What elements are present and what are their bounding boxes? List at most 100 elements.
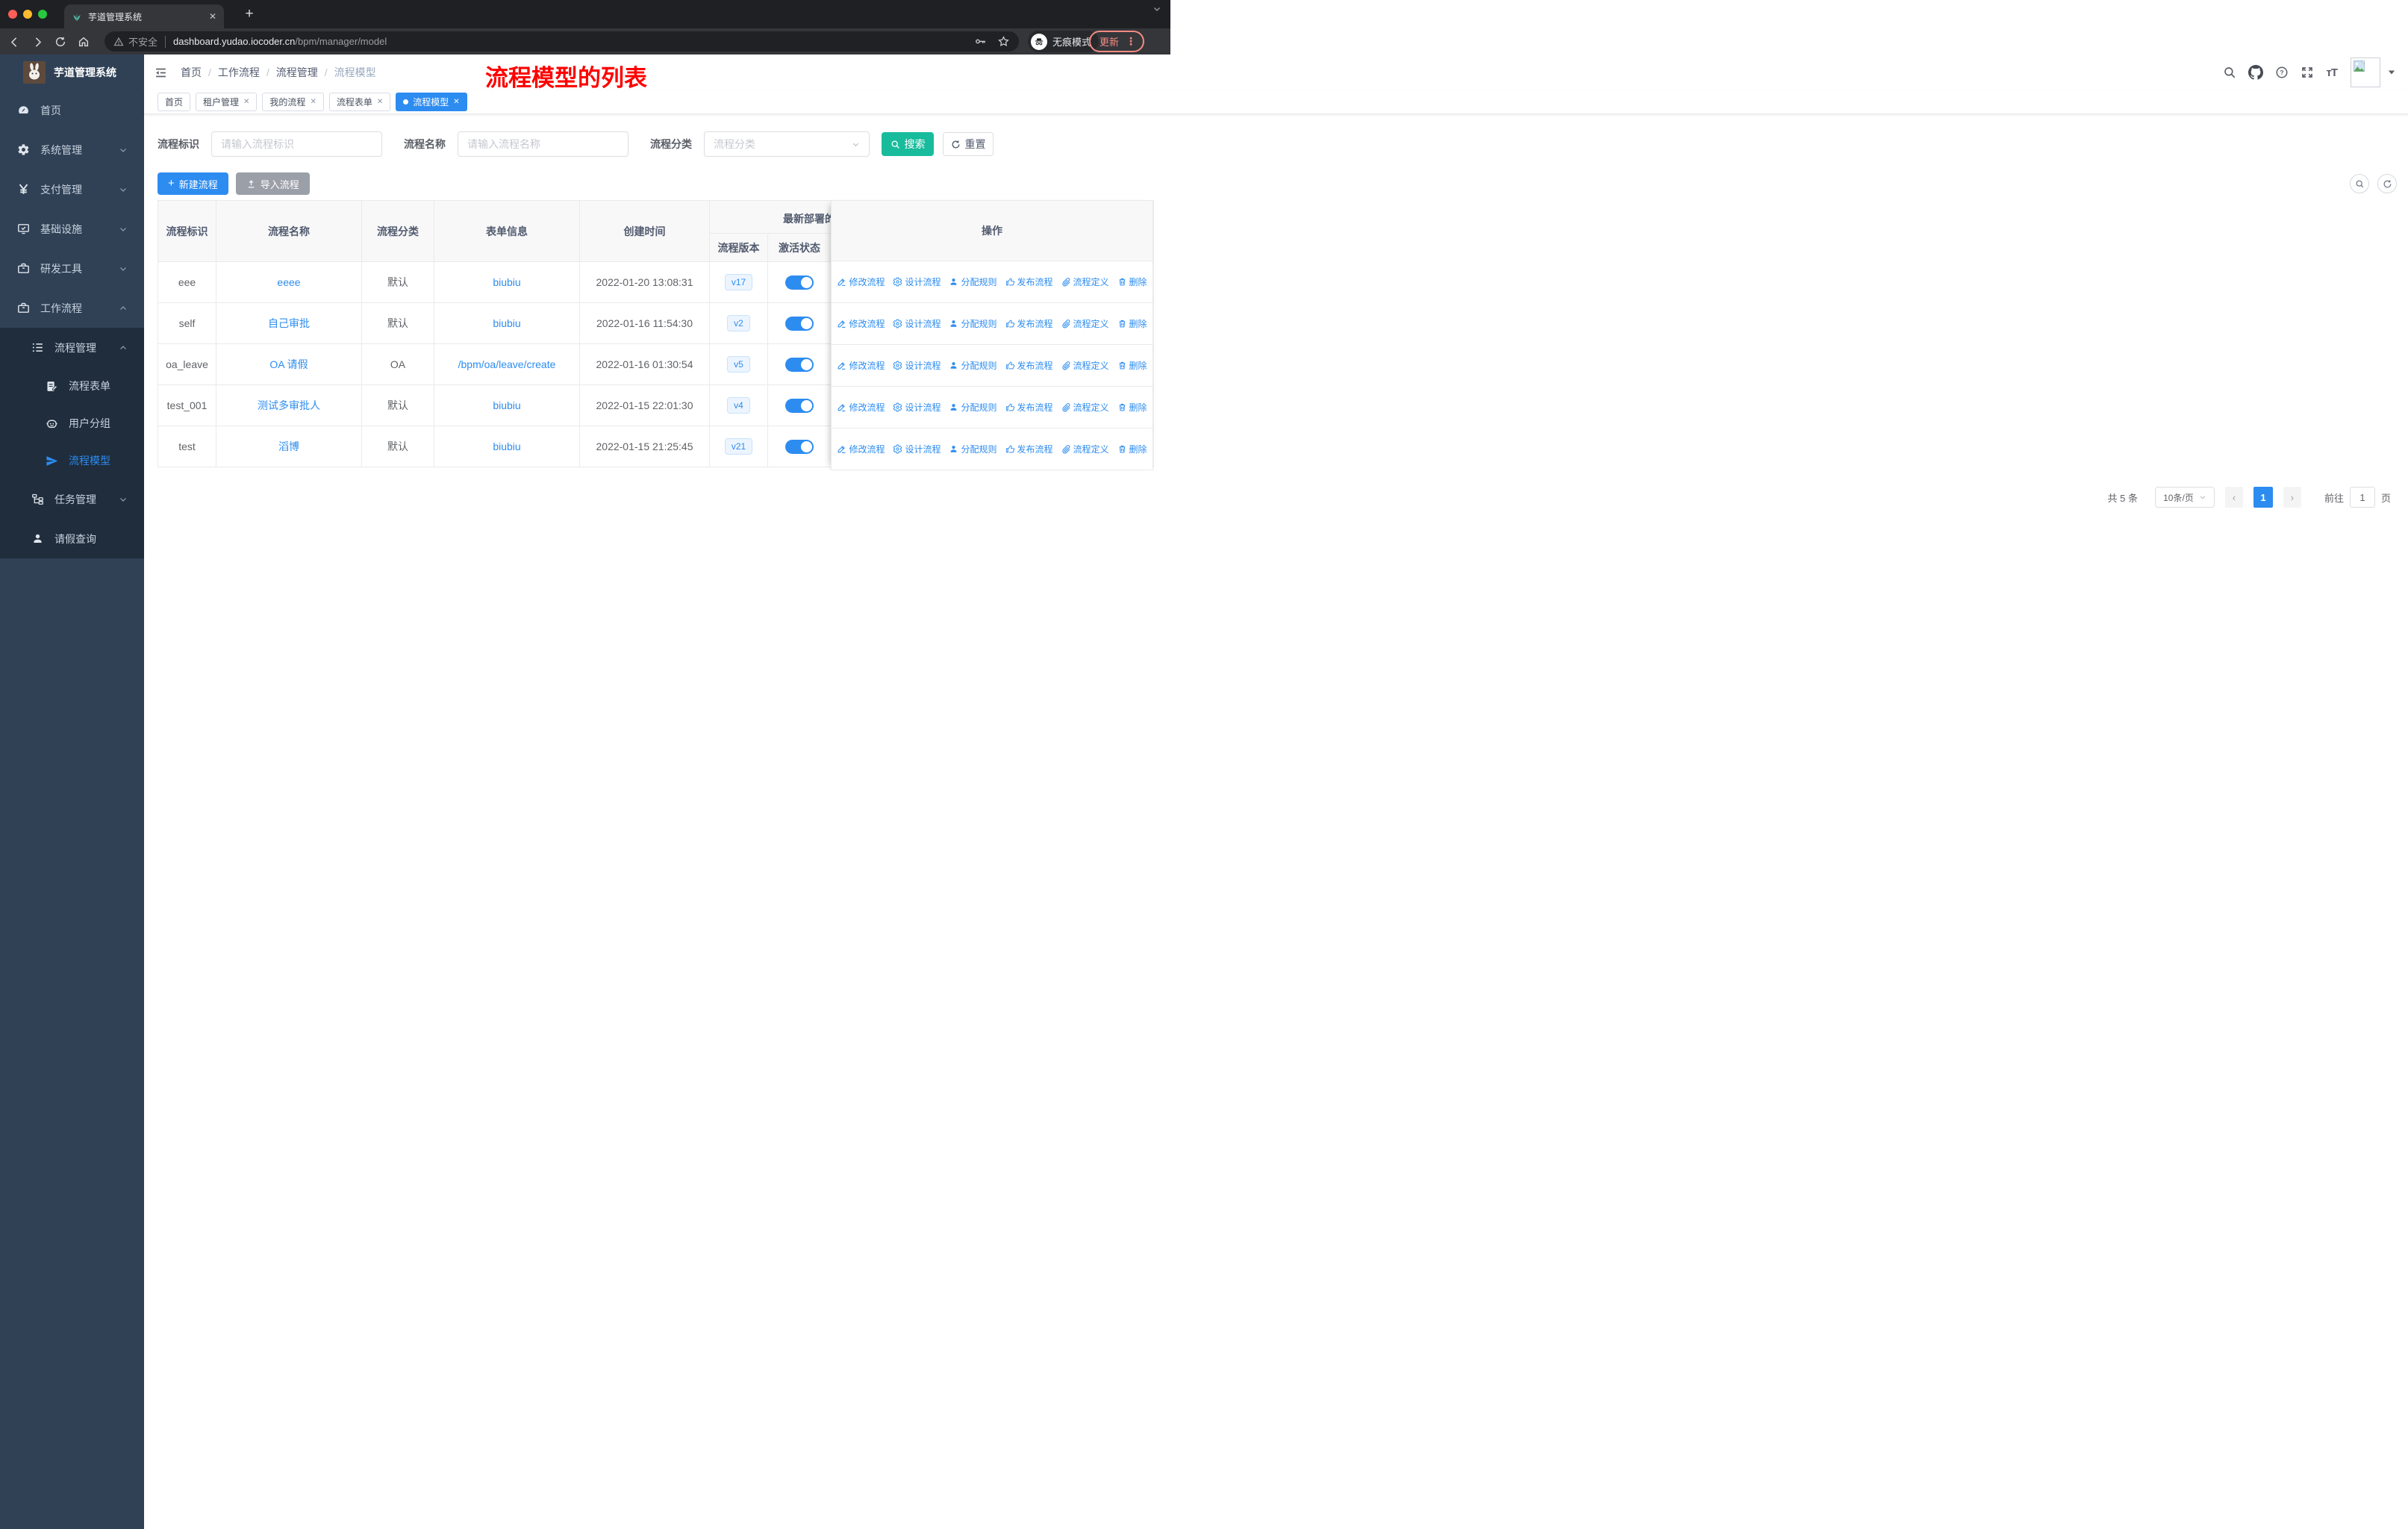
tag-close-icon[interactable]: ✕ (243, 98, 249, 106)
import-process-button[interactable]: 导入流程 (235, 172, 310, 195)
browser-update-button[interactable]: 更新 ⋮ (1089, 31, 1145, 52)
page-size-select[interactable]: 10条/页 (2154, 487, 2215, 508)
publish-process-link[interactable]: 发布流程 (1005, 317, 1053, 330)
edit-process-link[interactable]: 修改流程 (837, 443, 885, 455)
browser-menu-icon[interactable]: ⋮ (1126, 35, 1136, 48)
delete-link[interactable]: 删除 (1117, 317, 1147, 330)
assign-rule-link[interactable]: 分配规则 (949, 317, 997, 330)
sidebar-item-流程管理[interactable]: 流程管理 (0, 328, 144, 367)
password-key-icon[interactable] (974, 35, 987, 48)
goto-page-input[interactable] (2349, 487, 2375, 508)
sidebar-fold-icon[interactable] (154, 66, 168, 79)
breadcrumb-process-mgmt[interactable]: 流程管理 (276, 65, 318, 80)
delete-link[interactable]: 删除 (1117, 275, 1147, 288)
active-toggle[interactable] (785, 398, 814, 413)
publish-process-link[interactable]: 发布流程 (1005, 443, 1053, 455)
assign-rule-link[interactable]: 分配规则 (949, 359, 997, 372)
process-name-link[interactable]: eeee (277, 276, 300, 288)
sidebar-item-基础设施[interactable]: 基础设施 (0, 209, 144, 249)
tag-流程模型[interactable]: 流程模型 ✕ (396, 93, 467, 111)
window-controls[interactable] (8, 10, 47, 19)
delete-link[interactable]: 删除 (1117, 401, 1147, 414)
reset-button[interactable]: 重置 (943, 132, 994, 156)
reload-icon[interactable] (52, 33, 69, 51)
back-icon[interactable] (5, 33, 23, 51)
publish-process-link[interactable]: 发布流程 (1005, 401, 1053, 414)
page-number-1[interactable]: 1 (2253, 487, 2273, 508)
breadcrumb-workflow[interactable]: 工作流程 (218, 65, 260, 80)
create-process-button[interactable]: + 新建流程 (157, 172, 228, 195)
form-info-link[interactable]: biubiu (493, 317, 520, 329)
bookmark-star-icon[interactable] (997, 35, 1010, 48)
tag-我的流程[interactable]: 我的流程 ✕ (262, 93, 324, 111)
design-process-link[interactable]: 设计流程 (893, 317, 941, 330)
prev-page-button[interactable]: ‹ (2224, 487, 2243, 508)
edit-process-link[interactable]: 修改流程 (837, 359, 885, 372)
active-toggle[interactable] (785, 275, 814, 290)
github-icon[interactable] (2248, 65, 2264, 80)
sidebar-item-用户分组[interactable]: 用户分组 (0, 405, 144, 442)
toggle-search-button[interactable] (2350, 174, 2369, 193)
help-icon[interactable]: ? (2275, 66, 2289, 79)
publish-process-link[interactable]: 发布流程 (1005, 359, 1053, 372)
tag-首页[interactable]: 首页 (157, 93, 191, 111)
header-search-icon[interactable] (2223, 66, 2236, 79)
edit-process-link[interactable]: 修改流程 (837, 317, 885, 330)
active-toggle[interactable] (785, 316, 814, 331)
sidebar-item-任务管理[interactable]: 任务管理 (0, 479, 144, 519)
tag-close-icon[interactable]: ✕ (453, 98, 459, 106)
filter-id-input[interactable] (211, 131, 382, 157)
security-label[interactable]: 不安全 (128, 34, 157, 49)
search-button[interactable]: 搜索 (882, 132, 934, 156)
tag-租户管理[interactable]: 租户管理 ✕ (196, 93, 258, 111)
next-page-button[interactable]: › (2283, 487, 2301, 508)
not-secure-warning-icon[interactable] (113, 37, 124, 47)
forward-icon[interactable] (28, 33, 46, 51)
delete-link[interactable]: 删除 (1117, 359, 1147, 372)
sidebar-item-研发工具[interactable]: 研发工具 (0, 249, 144, 288)
maximize-window-button[interactable] (38, 10, 47, 19)
avatar-caret-icon[interactable] (2388, 69, 2395, 75)
assign-rule-link[interactable]: 分配规则 (949, 401, 997, 414)
sidebar-item-支付管理[interactable]: 支付管理 (0, 169, 144, 209)
home-icon[interactable] (75, 33, 93, 51)
sidebar-item-流程模型[interactable]: 流程模型 (0, 442, 144, 479)
sidebar-item-工作流程[interactable]: 工作流程 (0, 288, 144, 328)
active-toggle[interactable] (785, 439, 814, 454)
close-window-button[interactable] (8, 10, 17, 19)
tag-流程表单[interactable]: 流程表单 ✕ (328, 93, 391, 111)
sidebar-item-系统管理[interactable]: 系统管理 (0, 130, 144, 169)
breadcrumb-home[interactable]: 首页 (181, 65, 202, 80)
publish-process-link[interactable]: 发布流程 (1005, 275, 1053, 288)
design-process-link[interactable]: 设计流程 (893, 275, 941, 288)
fullscreen-icon[interactable] (2301, 66, 2314, 79)
font-size-icon[interactable]: тT (2326, 66, 2337, 79)
process-definition-link[interactable]: 流程定义 (1061, 317, 1109, 330)
process-definition-link[interactable]: 流程定义 (1061, 359, 1109, 372)
tab-close-icon[interactable]: ✕ (209, 11, 216, 22)
process-name-link[interactable]: 滔博 (278, 440, 299, 452)
edit-process-link[interactable]: 修改流程 (837, 401, 885, 414)
form-info-link[interactable]: biubiu (493, 399, 520, 411)
process-name-link[interactable]: 自己审批 (268, 317, 310, 329)
process-name-link[interactable]: 测试多审批人 (258, 399, 320, 411)
filter-category-select[interactable]: 流程分类 (704, 131, 870, 157)
address-bar[interactable]: 不安全 dashboard.yudao.iocoder.cn/bpm/manag… (105, 31, 1019, 52)
new-tab-button[interactable]: + (240, 5, 258, 23)
assign-rule-link[interactable]: 分配规则 (949, 443, 997, 455)
filter-name-input[interactable] (458, 131, 628, 157)
avatar[interactable] (2351, 57, 2380, 87)
form-info-link[interactable]: biubiu (493, 440, 520, 452)
url-text[interactable]: dashboard.yudao.iocoder.cn/bpm/manager/m… (173, 36, 387, 47)
minimize-window-button[interactable] (23, 10, 32, 19)
sidebar-item-流程表单[interactable]: 流程表单 (0, 367, 144, 405)
process-definition-link[interactable]: 流程定义 (1061, 443, 1109, 455)
design-process-link[interactable]: 设计流程 (893, 359, 941, 372)
sidebar-item-首页[interactable]: 首页 (0, 90, 144, 130)
browser-tab[interactable]: 芋道管理系统 ✕ (64, 4, 224, 28)
form-info-link[interactable]: biubiu (493, 276, 520, 288)
tab-search-chevron-icon[interactable] (1152, 4, 1161, 13)
tag-close-icon[interactable]: ✕ (310, 98, 316, 106)
active-toggle[interactable] (785, 357, 814, 372)
sidebar-item-请假查询[interactable]: 请假查询 (0, 519, 144, 558)
